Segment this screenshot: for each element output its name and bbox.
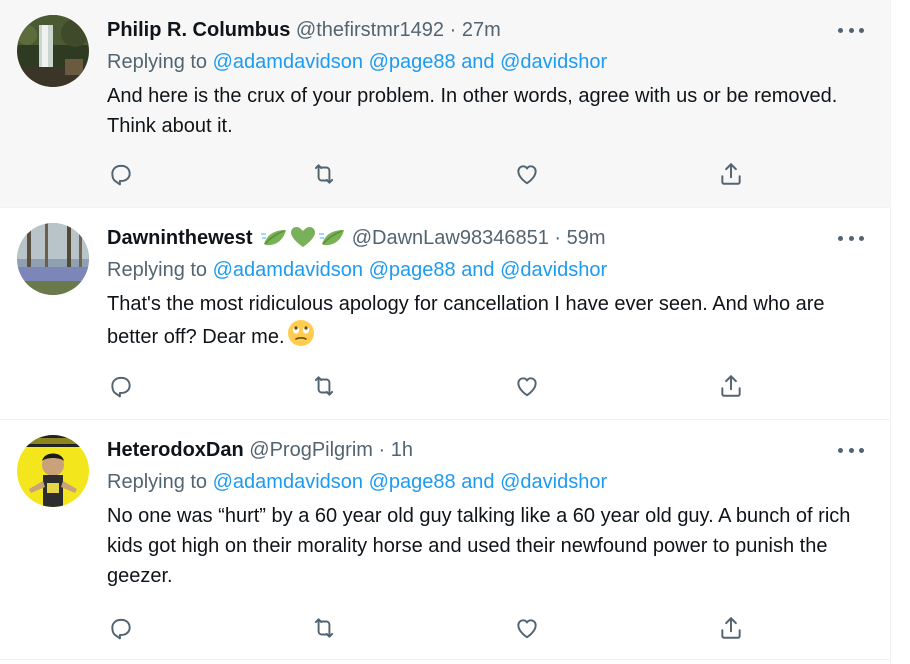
tweet-actions (107, 160, 747, 188)
share-icon[interactable] (717, 160, 745, 188)
reply-icon[interactable] (107, 614, 135, 642)
retweet-icon[interactable] (310, 372, 338, 400)
reply-icon[interactable] (107, 372, 135, 400)
timestamp[interactable]: 59m (567, 227, 606, 249)
display-name[interactable]: Philip R. Columbus (107, 19, 290, 41)
leaf-flutter-icon (318, 226, 346, 256)
tweet-header: Dawninthewest @DawnLaw98346851 · 59m (107, 224, 830, 256)
tweet-text: And here is the crux of your problem. In… (107, 85, 838, 137)
mention-link[interactable]: @page88 (369, 471, 456, 493)
avatar[interactable] (17, 435, 89, 507)
like-icon[interactable] (513, 160, 541, 188)
separator: · (449, 19, 457, 41)
avatar[interactable] (17, 223, 89, 295)
like-icon[interactable] (513, 614, 541, 642)
mention-link[interactable]: @adamdavidson (213, 51, 363, 73)
mention-link[interactable]: @davidshor (500, 51, 607, 73)
like-icon[interactable] (513, 372, 541, 400)
user-handle[interactable]: @thefirstmr1492 (296, 19, 444, 41)
tweet-header: HeterodoxDan @ProgPilgrim · 1h (107, 436, 830, 464)
retweet-icon[interactable] (310, 160, 338, 188)
display-name[interactable]: Dawninthewest (107, 227, 253, 249)
mention-link[interactable]: @page88 (369, 259, 456, 281)
user-handle[interactable]: @DawnLaw98346851 (352, 227, 549, 249)
mention-and[interactable]: and (461, 471, 494, 493)
replying-to-label: Replying to (107, 51, 208, 73)
tweet-text-wrap: That's the most ridiculous apology for c… (107, 289, 867, 356)
tweet-actions (107, 614, 747, 642)
mention-link[interactable]: @page88 (369, 51, 456, 73)
separator: · (378, 439, 386, 461)
replying-to: Replying to @adamdavidson @page88 and @d… (107, 256, 607, 284)
timestamp[interactable]: 27m (462, 19, 501, 41)
mention-link[interactable]: @adamdavidson (213, 259, 363, 281)
display-name[interactable]: HeterodoxDan (107, 439, 244, 461)
tweet[interactable]: Dawninthewest @DawnLaw98346851 · 59m Rep… (0, 208, 890, 420)
tweet-header: Philip R. Columbus @thefirstmr1492 · 27m (107, 16, 830, 44)
reply-icon[interactable] (107, 160, 135, 188)
mention-and[interactable]: and (461, 51, 494, 73)
mention-link[interactable]: @davidshor (500, 259, 607, 281)
avatar[interactable] (17, 15, 89, 87)
tweet-text: No one was “hurt” by a 60 year old guy t… (107, 505, 851, 587)
user-handle[interactable]: @ProgPilgrim (249, 439, 373, 461)
replying-to-label: Replying to (107, 259, 208, 281)
leaf-flutter-icon (260, 226, 288, 256)
mention-and[interactable]: and (461, 259, 494, 281)
replying-to: Replying to @adamdavidson @page88 and @d… (107, 468, 607, 496)
timeline: Philip R. Columbus @thefirstmr1492 · 27m… (0, 0, 891, 664)
share-icon[interactable] (717, 614, 745, 642)
separator: · (554, 227, 562, 249)
mention-link[interactable]: @davidshor (500, 471, 607, 493)
replying-to: Replying to @adamdavidson @page88 and @d… (107, 48, 607, 76)
green-heart-icon (290, 226, 316, 256)
tweet-text: That's the most ridiculous apology for c… (107, 293, 825, 348)
tweet[interactable]: Philip R. Columbus @thefirstmr1492 · 27m… (0, 0, 890, 208)
more-options-icon[interactable] (838, 440, 864, 460)
tweet[interactable]: HeterodoxDan @ProgPilgrim · 1h Replying … (0, 420, 890, 660)
timestamp[interactable]: 1h (391, 439, 413, 461)
share-icon[interactable] (717, 372, 745, 400)
retweet-icon[interactable] (310, 614, 338, 642)
eye-roll-face-icon (287, 319, 315, 356)
more-options-icon[interactable] (838, 228, 864, 248)
tweet-actions (107, 372, 747, 400)
replying-to-label: Replying to (107, 471, 208, 493)
more-options-icon[interactable] (838, 20, 864, 40)
mention-link[interactable]: @adamdavidson (213, 471, 363, 493)
